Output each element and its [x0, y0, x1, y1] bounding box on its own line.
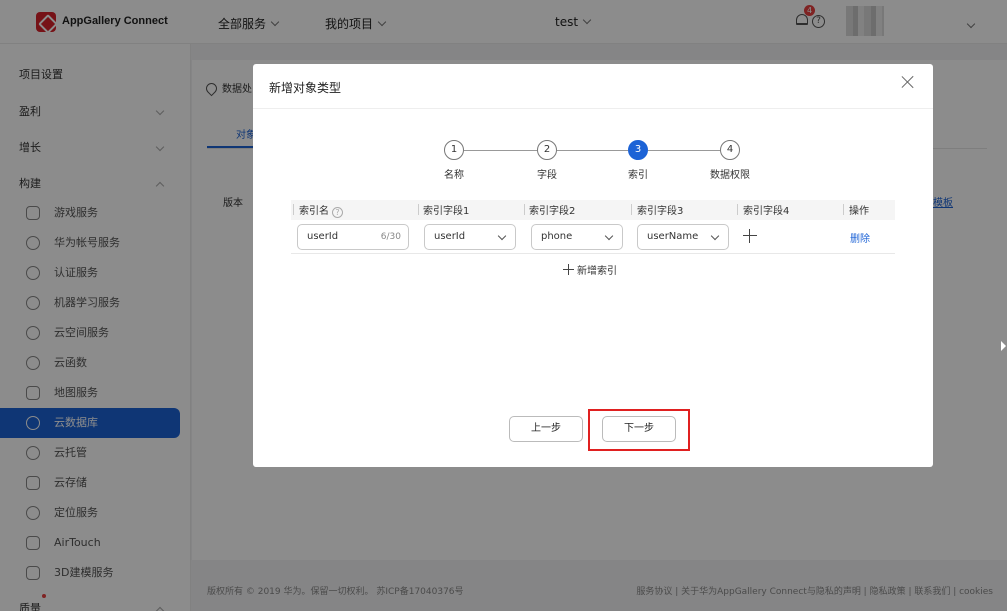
add-index-button[interactable]: 新增索引 [563, 262, 617, 277]
prev-step-button[interactable]: 上一步 [509, 416, 583, 442]
next-step-button[interactable]: 下一步 [602, 416, 676, 442]
col-header-field3: 索引字段3 [637, 206, 684, 217]
col-header-field2: 索引字段2 [529, 206, 576, 217]
step-4-circle: 4 [720, 140, 740, 160]
step-connector [464, 150, 537, 151]
char-counter: 6/30 [380, 232, 401, 242]
step-4-label: 数据权限 [710, 170, 750, 181]
dialog-divider [253, 108, 933, 109]
index-name-input[interactable]: userId 6/30 [297, 224, 409, 250]
col-header-field1: 索引字段1 [423, 206, 470, 217]
new-object-type-dialog: 新增对象类型 1 2 3 4 名称 字段 索引 数据权限 索引名? 索引字段1 … [253, 64, 933, 467]
column-separator [631, 204, 632, 215]
step-connector [557, 150, 628, 151]
step-3-circle: 3 [628, 140, 648, 160]
plus-icon [563, 264, 574, 275]
delete-link[interactable]: 删除 [850, 230, 870, 245]
chevron-down-icon [497, 231, 507, 241]
column-separator [843, 204, 844, 215]
index-field2-select[interactable]: phone [531, 224, 623, 250]
index-field3-select[interactable]: userName [637, 224, 729, 250]
column-separator [293, 204, 294, 215]
index-table-header [291, 200, 895, 220]
add-field-icon[interactable] [743, 229, 757, 243]
step-2-label: 字段 [537, 170, 557, 181]
column-separator [418, 204, 419, 215]
close-icon[interactable] [901, 75, 915, 89]
help-icon[interactable]: ? [332, 207, 343, 218]
step-connector [648, 150, 720, 151]
col-header-action: 操作 [849, 206, 869, 217]
column-separator [524, 204, 525, 215]
mouse-cursor-icon [1001, 341, 1006, 351]
column-separator [737, 204, 738, 215]
index-field1-select[interactable]: userId [424, 224, 516, 250]
step-3-label: 索引 [628, 170, 648, 181]
chevron-down-icon [710, 231, 720, 241]
step-1-circle: 1 [444, 140, 464, 160]
dialog-title: 新增对象类型 [269, 81, 342, 95]
col-header-field4: 索引字段4 [743, 206, 790, 217]
col-header-index-name: 索引名? [299, 202, 343, 218]
chevron-down-icon [604, 231, 614, 241]
step-1-label: 名称 [444, 170, 464, 181]
step-2-circle: 2 [537, 140, 557, 160]
